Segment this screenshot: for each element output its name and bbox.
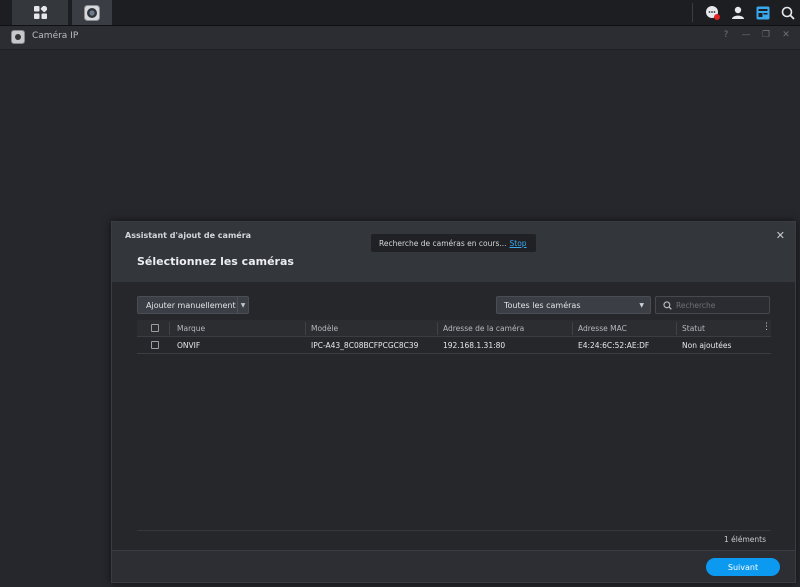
ip-camera-icon xyxy=(84,4,100,21)
chevron-down-icon: ▼ xyxy=(240,301,246,309)
item-count: 1 éléments xyxy=(724,535,766,544)
close-icon: ✕ xyxy=(775,229,785,242)
taskbar xyxy=(0,0,800,26)
dialog-subtitle: Sélectionnez les caméras xyxy=(137,255,294,268)
widgets-button[interactable] xyxy=(751,0,775,25)
column-divider xyxy=(305,322,306,335)
column-divider xyxy=(676,322,677,335)
apps-grid-icon xyxy=(33,6,47,19)
camera-table: Marque Modèle Adresse de la caméra Adres… xyxy=(137,320,771,354)
row-checkbox[interactable] xyxy=(151,341,159,349)
add-manually-label: Ajouter manuellement xyxy=(146,300,236,310)
search-input[interactable] xyxy=(676,300,766,310)
cell-brand: ONVIF xyxy=(177,341,201,350)
add-camera-wizard-dialog: Assistant d'ajout de caméra ✕ Sélectionn… xyxy=(111,221,796,583)
window-controls: ? — ❐ ✕ xyxy=(720,30,792,40)
column-divider xyxy=(437,322,438,335)
column-options-icon[interactable]: ⋮ xyxy=(762,322,771,332)
column-header-address[interactable]: Adresse de la caméra xyxy=(443,324,524,333)
chat-notification-icon xyxy=(706,5,720,20)
dialog-close-button[interactable]: ✕ xyxy=(776,229,785,242)
table-row[interactable]: ONVIF IPC-A43_8C08BCFPCGC8C39 192.168.1.… xyxy=(137,337,771,354)
global-search-button[interactable] xyxy=(776,0,800,25)
cell-status: Non ajoutées xyxy=(682,341,732,350)
dialog-title: Assistant d'ajout de caméra xyxy=(125,231,252,240)
add-manually-button[interactable]: Ajouter manuellement ▼ xyxy=(137,296,249,314)
column-header-model[interactable]: Modèle xyxy=(311,324,338,333)
user-icon xyxy=(732,6,744,19)
stop-search-link[interactable]: Stop xyxy=(510,239,527,248)
column-header-brand[interactable]: Marque xyxy=(177,324,205,333)
select-all-checkbox[interactable] xyxy=(151,324,159,332)
taskbar-separator xyxy=(692,3,693,22)
cell-address: 192.168.1.31:80 xyxy=(443,341,506,350)
search-box[interactable] xyxy=(655,296,770,314)
search-progress-toast: Recherche de caméras en cours... Stop xyxy=(371,234,536,252)
ip-camera-app-icon xyxy=(11,30,25,44)
camera-filter-select[interactable]: Toutes les caméras ▼ xyxy=(496,296,651,314)
column-header-status[interactable]: Statut xyxy=(682,324,705,333)
app-window-header: Caméra IP ? — ❐ ✕ xyxy=(0,26,800,50)
chevron-down-icon: ▼ xyxy=(639,302,644,309)
taskbar-ip-camera-app[interactable] xyxy=(72,0,112,25)
help-button[interactable]: ? xyxy=(720,30,732,40)
minimize-button[interactable]: — xyxy=(740,30,752,40)
app-title: Caméra IP xyxy=(32,31,79,41)
column-divider xyxy=(169,322,170,335)
table-header: Marque Modèle Adresse de la caméra Adres… xyxy=(137,320,771,337)
widgets-icon xyxy=(756,6,770,19)
cell-mac: E4:24:6C:52:AE:DF xyxy=(578,341,650,350)
column-divider xyxy=(572,322,573,335)
column-header-mac[interactable]: Adresse MAC xyxy=(578,324,627,333)
toast-text: Recherche de caméras en cours... xyxy=(379,238,507,248)
cell-model: IPC-A43_8C08BCFPCGC8C39 xyxy=(311,341,419,350)
dialog-footer: Suivant xyxy=(112,550,795,582)
dialog-header: Assistant d'ajout de caméra ✕ Sélectionn… xyxy=(112,222,795,282)
taskbar-tray xyxy=(700,0,800,25)
search-icon xyxy=(781,6,795,20)
window-close-button[interactable]: ✕ xyxy=(780,30,792,40)
user-button[interactable] xyxy=(726,0,750,25)
table-footer-divider xyxy=(137,530,771,531)
main-menu-button[interactable] xyxy=(12,0,68,25)
notifications-button[interactable] xyxy=(701,0,725,25)
search-icon xyxy=(663,300,672,310)
next-button[interactable]: Suivant xyxy=(706,558,780,576)
add-menu-dropdown[interactable]: ▼ xyxy=(237,297,248,313)
restore-button[interactable]: ❐ xyxy=(760,30,772,40)
camera-filter-value: Toutes les caméras xyxy=(504,300,581,310)
